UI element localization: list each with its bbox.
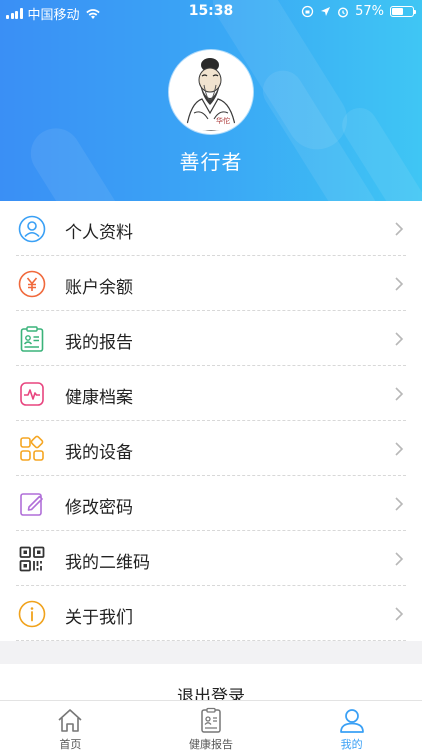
avatar-caption: 华佗: [216, 116, 230, 125]
menu-item-label: 关于我们: [65, 608, 133, 628]
menu-item-label: 修改密码: [65, 498, 133, 518]
menu-item-devices[interactable]: 我的设备: [0, 421, 422, 476]
chevron-right-icon: [395, 607, 404, 621]
menu-item-label: 健康档案: [65, 388, 133, 408]
divider: [16, 640, 406, 641]
chevron-right-icon: [395, 222, 404, 236]
menu-item-label: 我的报告: [65, 333, 133, 353]
tab-label: 首页: [59, 738, 82, 750]
yuan-icon: [18, 270, 46, 298]
chevron-right-icon: [395, 387, 404, 401]
profile-icon: [339, 709, 364, 733]
rotation-lock-icon: [301, 5, 314, 18]
menu-list: 个人资料 账户余额 我的报告 健康档案 我的设备 修改密码 我的二维码 关于我们: [0, 201, 422, 641]
menu-item-balance[interactable]: 账户余额: [0, 256, 422, 311]
qr-code-icon: [19, 546, 45, 572]
chevron-right-icon: [395, 332, 404, 346]
alarm-icon: [338, 6, 349, 18]
username: 善行者: [179, 150, 243, 174]
location-icon: [321, 7, 331, 16]
chevron-right-icon: [395, 277, 404, 291]
menu-item-change-password[interactable]: 修改密码: [0, 476, 422, 531]
logout-area: 退出登录: [0, 664, 422, 707]
menu-item-health-record[interactable]: 健康档案: [0, 366, 422, 421]
profile-header: 中国移动 15:38 57% 华佗 善行者: [0, 0, 422, 201]
menu-item-profile[interactable]: 个人资料: [0, 201, 422, 256]
menu-item-about-us[interactable]: 关于我们: [0, 586, 422, 641]
tab-label: 健康报告: [189, 738, 233, 750]
chevron-right-icon: [395, 552, 404, 566]
tab-home[interactable]: 首页: [0, 701, 141, 750]
devices-icon: [20, 435, 44, 461]
menu-item-qr-code[interactable]: 我的二维码: [0, 531, 422, 586]
tab-health-report[interactable]: 健康报告: [141, 701, 282, 750]
tab-bar: 首页 健康报告 我的: [0, 700, 422, 750]
clipboard-icon: [201, 707, 221, 733]
portrait-image: 华佗: [172, 53, 250, 131]
menu-item-label: 我的设备: [65, 443, 133, 463]
edit-icon: [20, 493, 43, 516]
menu-item-label: 个人资料: [65, 223, 133, 243]
user-icon: [18, 215, 46, 243]
info-icon: [18, 600, 46, 628]
menu-item-label: 账户余额: [65, 278, 133, 298]
battery-icon: [390, 6, 416, 17]
home-icon: [58, 709, 82, 732]
status-bar: 中国移动 15:38 57%: [0, 0, 422, 24]
menu-item-reports[interactable]: 我的报告: [0, 311, 422, 366]
report-icon: [20, 326, 44, 352]
chevron-right-icon: [395, 497, 404, 511]
avatar[interactable]: 华佗: [169, 50, 253, 134]
health-record-icon: [20, 382, 44, 406]
tab-mine[interactable]: 我的: [281, 701, 422, 750]
battery-percent: 57%: [355, 4, 384, 19]
tab-label: 我的: [340, 738, 363, 750]
menu-item-label: 我的二维码: [65, 553, 150, 573]
chevron-right-icon: [395, 442, 404, 456]
